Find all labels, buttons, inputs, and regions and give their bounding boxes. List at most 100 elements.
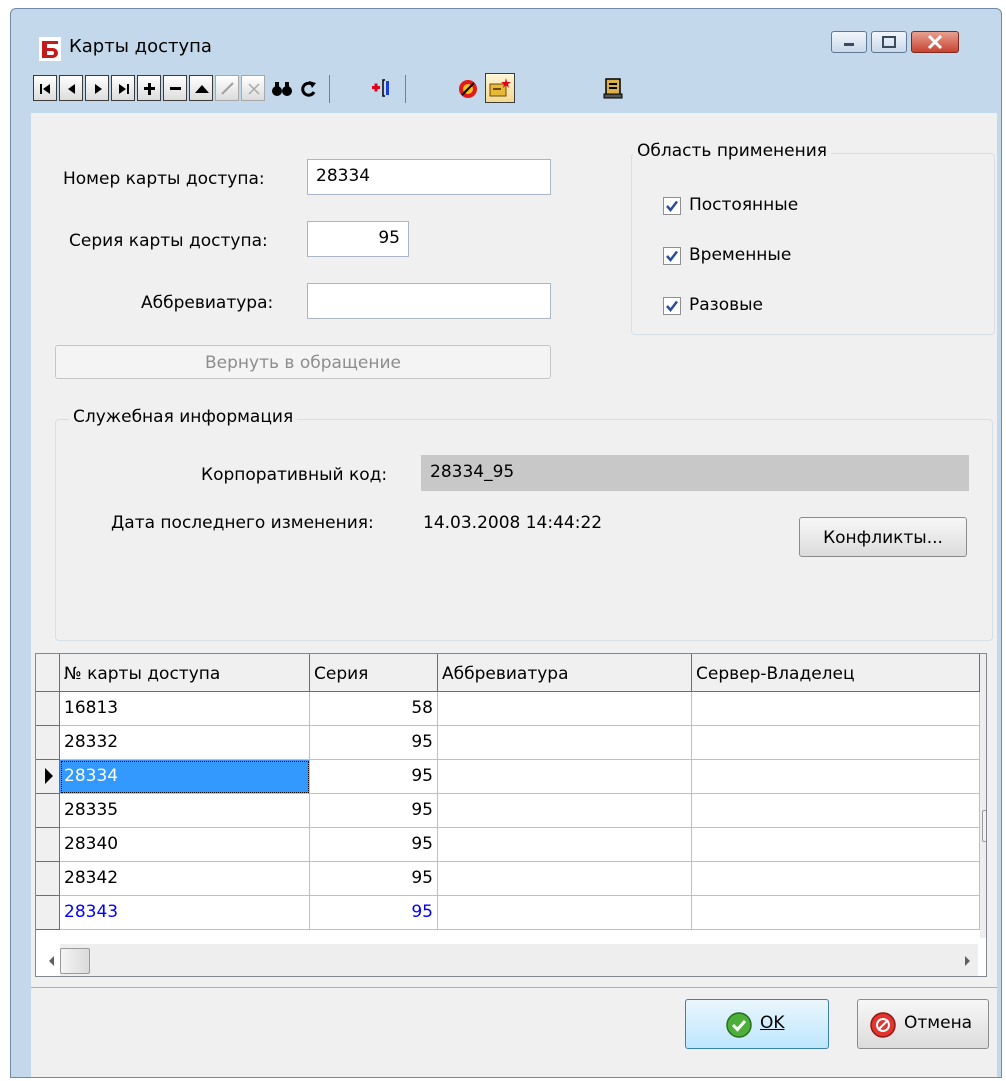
- minimize-button[interactable]: [831, 31, 867, 53]
- row-indicator[interactable]: [36, 692, 60, 726]
- cell-number-selected[interactable]: 28334: [60, 760, 310, 794]
- card-number-input[interactable]: 28334: [307, 159, 551, 195]
- cell-number[interactable]: 16813: [60, 692, 310, 726]
- server-icon: [603, 78, 623, 99]
- grid-vertical-scrollbar[interactable]: [980, 654, 986, 938]
- row-indicator[interactable]: [36, 794, 60, 828]
- cell-abbreviation[interactable]: [438, 794, 692, 828]
- delete-record-icon: [170, 87, 181, 90]
- last-record-button[interactable]: [111, 75, 135, 101]
- cell-abbreviation[interactable]: [438, 862, 692, 896]
- abbreviation-label: Аббревиатура:: [141, 293, 274, 313]
- delete-record-button[interactable]: [163, 75, 187, 101]
- conflicts-button[interactable]: Конфликты...: [799, 517, 967, 557]
- row-indicator[interactable]: [36, 828, 60, 862]
- table-row-current[interactable]: 28334 95: [36, 760, 980, 794]
- stop-button[interactable]: [455, 74, 481, 102]
- cell-owner-server[interactable]: [692, 794, 980, 828]
- cell-owner-server[interactable]: [692, 692, 980, 726]
- cell-series[interactable]: 58: [310, 692, 438, 726]
- cell-number[interactable]: 28340: [60, 828, 310, 862]
- permanent-label[interactable]: Постоянные: [689, 195, 798, 215]
- cell-owner-server[interactable]: [692, 896, 980, 930]
- last-change-label: Дата последнего изменения:: [111, 513, 374, 533]
- cell-number[interactable]: 28332: [60, 726, 310, 760]
- checkmark-icon: [666, 200, 678, 212]
- cancel-edit-button[interactable]: [241, 75, 265, 101]
- cell-series[interactable]: 95: [310, 862, 438, 896]
- maximize-button[interactable]: [871, 31, 907, 53]
- cell-owner-server[interactable]: [692, 828, 980, 862]
- insert-field-button[interactable]: [369, 74, 395, 102]
- table-row[interactable]: 16813 58: [36, 692, 980, 726]
- scroll-right-icon: [965, 956, 970, 966]
- row-indicator[interactable]: [36, 862, 60, 896]
- table-row[interactable]: 28332 95: [36, 726, 980, 760]
- refresh-icon: [301, 81, 316, 97]
- edit-record-button[interactable]: [189, 75, 213, 101]
- scope-group-title: Область применения: [633, 141, 832, 161]
- form-client-area: Номер карты доступа: 28334 Серия карты д…: [31, 113, 997, 1077]
- ok-button[interactable]: OK: [685, 999, 829, 1049]
- cell-series[interactable]: 95: [310, 828, 438, 862]
- column-header-abbreviation[interactable]: Аббревиатура: [438, 654, 692, 692]
- ok-label: OK: [760, 1013, 785, 1033]
- cell-abbreviation[interactable]: [438, 726, 692, 760]
- post-edit-button[interactable]: [215, 75, 239, 101]
- horizontal-scroll-thumb[interactable]: [60, 948, 90, 974]
- cards-grid[interactable]: № карты доступа Серия Аббревиатура Серве…: [35, 653, 987, 977]
- card-series-input[interactable]: 95: [307, 221, 409, 257]
- cell-series[interactable]: 95: [310, 726, 438, 760]
- cell-owner-server[interactable]: [692, 760, 980, 794]
- one-time-checkbox[interactable]: [663, 297, 681, 315]
- cell-abbreviation[interactable]: [438, 692, 692, 726]
- current-row-arrow-icon: [45, 768, 53, 784]
- new-card-button[interactable]: [485, 73, 515, 103]
- close-button[interactable]: [911, 31, 959, 53]
- cell-abbreviation[interactable]: [438, 896, 692, 930]
- row-indicator[interactable]: [36, 760, 60, 794]
- card-number-label: Номер карты доступа:: [63, 169, 265, 189]
- binoculars-icon: [272, 82, 292, 96]
- permanent-checkbox[interactable]: [663, 197, 681, 215]
- prev-record-button[interactable]: [59, 75, 83, 101]
- first-record-button[interactable]: [33, 75, 57, 101]
- cell-series[interactable]: 95: [310, 794, 438, 828]
- column-header-series[interactable]: Серия: [310, 654, 438, 692]
- title-bar[interactable]: Карты доступа: [11, 9, 1001, 69]
- cell-number[interactable]: 28342: [60, 862, 310, 896]
- server-button[interactable]: [601, 74, 627, 102]
- next-record-button[interactable]: [85, 75, 109, 101]
- column-header-owner-server[interactable]: Сервер-Владелец: [692, 654, 980, 692]
- return-to-circulation-button[interactable]: Вернуть в обращение: [55, 345, 551, 379]
- cell-number[interactable]: 28343: [60, 896, 310, 930]
- temporary-checkbox[interactable]: [663, 247, 681, 265]
- table-row[interactable]: 28340 95: [36, 828, 980, 862]
- cancel-button[interactable]: Отмена: [857, 999, 989, 1049]
- cell-abbreviation[interactable]: [438, 760, 692, 794]
- cell-number[interactable]: 28335: [60, 794, 310, 828]
- column-header-number[interactable]: № карты доступа: [60, 654, 310, 692]
- card-series-label: Серия карты доступа:: [69, 231, 268, 251]
- refresh-button[interactable]: [295, 74, 321, 102]
- temporary-label[interactable]: Временные: [689, 245, 791, 265]
- vertical-scroll-thumb[interactable]: [982, 810, 986, 842]
- abbreviation-input[interactable]: [307, 283, 551, 319]
- row-indicator[interactable]: [36, 896, 60, 930]
- search-button[interactable]: [269, 74, 295, 102]
- table-row[interactable]: 28342 95: [36, 862, 980, 896]
- table-row[interactable]: 28335 95: [36, 794, 980, 828]
- row-indicator[interactable]: [36, 726, 60, 760]
- grid-horizontal-scrollbar[interactable]: [49, 944, 978, 976]
- last-change-value: 14.03.2008 14:44:22: [423, 513, 603, 533]
- add-record-button[interactable]: [137, 75, 161, 101]
- first-record-icon: [40, 84, 50, 94]
- cell-series[interactable]: 95: [310, 896, 438, 930]
- scope-group: [631, 153, 995, 335]
- cell-abbreviation[interactable]: [438, 828, 692, 862]
- cell-owner-server[interactable]: [692, 726, 980, 760]
- one-time-label[interactable]: Разовые: [689, 295, 763, 315]
- cell-owner-server[interactable]: [692, 862, 980, 896]
- table-row-highlighted[interactable]: 28343 95: [36, 896, 980, 930]
- cell-series[interactable]: 95: [310, 760, 438, 794]
